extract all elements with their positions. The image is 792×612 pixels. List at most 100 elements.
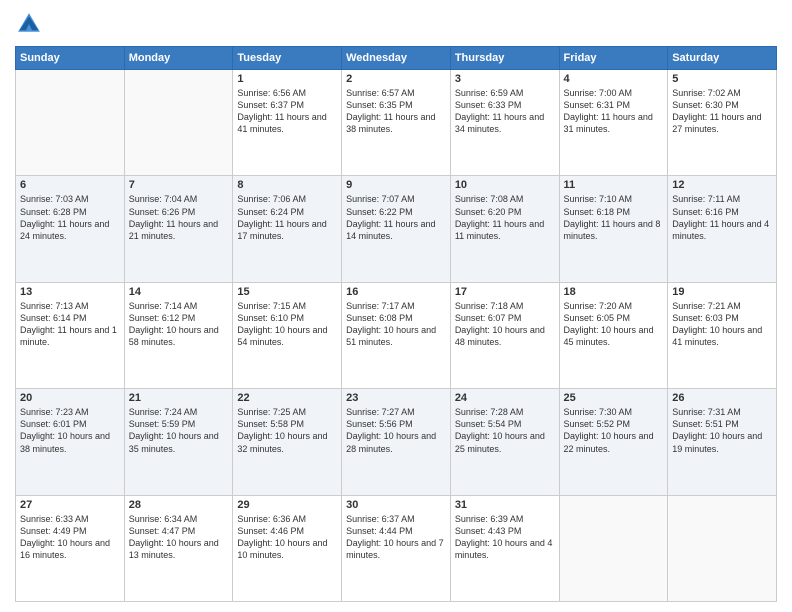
day-number: 27 [20, 499, 120, 511]
day-number: 6 [20, 179, 120, 191]
day-number: 29 [237, 499, 337, 511]
day-number: 17 [455, 286, 555, 298]
day-info: Sunrise: 7:28 AMSunset: 5:54 PMDaylight:… [455, 406, 555, 455]
day-number: 30 [346, 499, 446, 511]
day-info: Sunrise: 6:36 AMSunset: 4:46 PMDaylight:… [237, 513, 337, 562]
day-number: 28 [129, 499, 229, 511]
day-info: Sunrise: 7:30 AMSunset: 5:52 PMDaylight:… [564, 406, 664, 455]
weekday-header-row: SundayMondayTuesdayWednesdayThursdayFrid… [16, 47, 777, 70]
day-info: Sunrise: 6:37 AMSunset: 4:44 PMDaylight:… [346, 513, 446, 562]
calendar-week-3: 13 Sunrise: 7:13 AMSunset: 6:14 PMDayligh… [16, 282, 777, 388]
day-info: Sunrise: 7:15 AMSunset: 6:10 PMDaylight:… [237, 300, 337, 349]
calendar-cell [668, 495, 777, 601]
day-number: 23 [346, 392, 446, 404]
day-info: Sunrise: 7:21 AMSunset: 6:03 PMDaylight:… [672, 300, 772, 349]
calendar-cell: 10 Sunrise: 7:08 AMSunset: 6:20 PMDayligh… [450, 176, 559, 282]
day-number: 20 [20, 392, 120, 404]
day-info: Sunrise: 7:07 AMSunset: 6:22 PMDaylight:… [346, 193, 446, 242]
calendar-cell: 13 Sunrise: 7:13 AMSunset: 6:14 PMDayligh… [16, 282, 125, 388]
logo-icon [15, 10, 43, 38]
calendar-cell: 6 Sunrise: 7:03 AMSunset: 6:28 PMDaylight… [16, 176, 125, 282]
day-info: Sunrise: 6:56 AMSunset: 6:37 PMDaylight:… [237, 87, 337, 136]
day-number: 16 [346, 286, 446, 298]
day-info: Sunrise: 7:24 AMSunset: 5:59 PMDaylight:… [129, 406, 229, 455]
day-number: 13 [20, 286, 120, 298]
day-info: Sunrise: 7:06 AMSunset: 6:24 PMDaylight:… [237, 193, 337, 242]
calendar-cell: 23Sunrise: 7:27 AMSunset: 5:56 PMDayligh… [342, 389, 451, 495]
day-number: 3 [455, 73, 555, 85]
calendar-week-1: 1 Sunrise: 6:56 AMSunset: 6:37 PMDaylight… [16, 70, 777, 176]
calendar-table: SundayMondayTuesdayWednesdayThursdayFrid… [15, 46, 777, 602]
calendar-cell: 3 Sunrise: 6:59 AMSunset: 6:33 PMDaylight… [450, 70, 559, 176]
calendar-cell: 4 Sunrise: 7:00 AMSunset: 6:31 PMDaylight… [559, 70, 668, 176]
calendar-cell: 14Sunrise: 7:14 AMSunset: 6:12 PMDayligh… [124, 282, 233, 388]
weekday-header-wednesday: Wednesday [342, 47, 451, 70]
day-number: 26 [672, 392, 772, 404]
weekday-header-friday: Friday [559, 47, 668, 70]
calendar-cell: 25 Sunrise: 7:30 AMSunset: 5:52 PMDayligh… [559, 389, 668, 495]
calendar-cell: 17 Sunrise: 7:18 AMSunset: 6:07 PMDayligh… [450, 282, 559, 388]
calendar-cell: 26 Sunrise: 7:31 AMSunset: 5:51 PMDayligh… [668, 389, 777, 495]
day-number: 10 [455, 179, 555, 191]
day-number: 7 [129, 179, 229, 191]
day-info: Sunrise: 7:31 AMSunset: 5:51 PMDaylight:… [672, 406, 772, 455]
day-info: Sunrise: 7:04 AMSunset: 6:26 PMDaylight:… [129, 193, 229, 242]
day-info: Sunrise: 7:10 AMSunset: 6:18 PMDaylight:… [564, 193, 664, 242]
calendar-cell: 21 Sunrise: 7:24 AMSunset: 5:59 PMDayligh… [124, 389, 233, 495]
day-info: Sunrise: 7:00 AMSunset: 6:31 PMDaylight:… [564, 87, 664, 136]
day-info: Sunrise: 7:08 AMSunset: 6:20 PMDaylight:… [455, 193, 555, 242]
logo [15, 10, 47, 38]
weekday-header-saturday: Saturday [668, 47, 777, 70]
calendar-week-2: 6 Sunrise: 7:03 AMSunset: 6:28 PMDaylight… [16, 176, 777, 282]
day-number: 31 [455, 499, 555, 511]
day-info: Sunrise: 7:13 AMSunset: 6:14 PMDaylight:… [20, 300, 120, 349]
header [15, 10, 777, 38]
day-info: Sunrise: 6:34 AMSunset: 4:47 PMDaylight:… [129, 513, 229, 562]
day-info: Sunrise: 6:33 AMSunset: 4:49 PMDaylight:… [20, 513, 120, 562]
day-info: Sunrise: 6:57 AMSunset: 6:35 PMDaylight:… [346, 87, 446, 136]
day-number: 22 [237, 392, 337, 404]
day-number: 14 [129, 286, 229, 298]
day-number: 9 [346, 179, 446, 191]
day-number: 25 [564, 392, 664, 404]
weekday-header-thursday: Thursday [450, 47, 559, 70]
day-info: Sunrise: 7:11 AMSunset: 6:16 PMDaylight:… [672, 193, 772, 242]
calendar-week-4: 20 Sunrise: 7:23 AMSunset: 6:01 PMDayligh… [16, 389, 777, 495]
calendar-cell: 19Sunrise: 7:21 AMSunset: 6:03 PMDayligh… [668, 282, 777, 388]
calendar-cell: 18 Sunrise: 7:20 AMSunset: 6:05 PMDayligh… [559, 282, 668, 388]
calendar-cell: 28 Sunrise: 6:34 AMSunset: 4:47 PMDayligh… [124, 495, 233, 601]
calendar-cell: 27 Sunrise: 6:33 AMSunset: 4:49 PMDayligh… [16, 495, 125, 601]
calendar-cell: 16Sunrise: 7:17 AMSunset: 6:08 PMDayligh… [342, 282, 451, 388]
calendar-cell: 9 Sunrise: 7:07 AMSunset: 6:22 PMDaylight… [342, 176, 451, 282]
day-info: Sunrise: 7:20 AMSunset: 6:05 PMDaylight:… [564, 300, 664, 349]
day-info: Sunrise: 6:59 AMSunset: 6:33 PMDaylight:… [455, 87, 555, 136]
calendar-cell [16, 70, 125, 176]
day-info: Sunrise: 7:25 AMSunset: 5:58 PMDaylight:… [237, 406, 337, 455]
day-number: 21 [129, 392, 229, 404]
day-number: 18 [564, 286, 664, 298]
calendar-cell: 22 Sunrise: 7:25 AMSunset: 5:58 PMDayligh… [233, 389, 342, 495]
calendar-week-5: 27 Sunrise: 6:33 AMSunset: 4:49 PMDayligh… [16, 495, 777, 601]
day-number: 1 [237, 73, 337, 85]
calendar-cell: 8 Sunrise: 7:06 AMSunset: 6:24 PMDaylight… [233, 176, 342, 282]
calendar-cell: 1 Sunrise: 6:56 AMSunset: 6:37 PMDaylight… [233, 70, 342, 176]
day-number: 5 [672, 73, 772, 85]
day-number: 15 [237, 286, 337, 298]
day-number: 4 [564, 73, 664, 85]
day-number: 24 [455, 392, 555, 404]
day-number: 2 [346, 73, 446, 85]
day-info: Sunrise: 7:23 AMSunset: 6:01 PMDaylight:… [20, 406, 120, 455]
calendar-cell: 20 Sunrise: 7:23 AMSunset: 6:01 PMDayligh… [16, 389, 125, 495]
weekday-header-sunday: Sunday [16, 47, 125, 70]
calendar-cell: 30 Sunrise: 6:37 AMSunset: 4:44 PMDayligh… [342, 495, 451, 601]
weekday-header-tuesday: Tuesday [233, 47, 342, 70]
day-info: Sunrise: 7:18 AMSunset: 6:07 PMDaylight:… [455, 300, 555, 349]
day-info: Sunrise: 7:02 AMSunset: 6:30 PMDaylight:… [672, 87, 772, 136]
weekday-header-monday: Monday [124, 47, 233, 70]
calendar-cell: 2 Sunrise: 6:57 AMSunset: 6:35 PMDaylight… [342, 70, 451, 176]
calendar-cell [124, 70, 233, 176]
calendar-cell: 5 Sunrise: 7:02 AMSunset: 6:30 PMDaylight… [668, 70, 777, 176]
day-number: 11 [564, 179, 664, 191]
day-number: 8 [237, 179, 337, 191]
day-info: Sunrise: 7:03 AMSunset: 6:28 PMDaylight:… [20, 193, 120, 242]
